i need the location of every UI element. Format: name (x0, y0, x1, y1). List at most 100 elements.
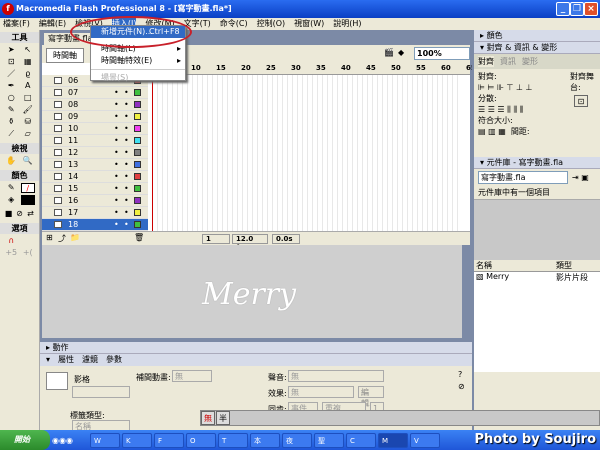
visibility-dot[interactable]: • (114, 111, 119, 122)
rect-tool-icon[interactable]: □ (21, 93, 36, 103)
layer-row[interactable]: 16 • • (42, 195, 148, 207)
frame-ruler[interactable]: 5101520253035404550556065 (148, 63, 476, 75)
edit-actions-icon[interactable]: ⊘ (458, 382, 465, 391)
lock-dot[interactable]: • (124, 123, 129, 134)
menu-item-timeline-effects[interactable]: 時間軸特效(E) ▸ (91, 55, 185, 67)
paint-bucket-icon[interactable]: ⛁ (21, 117, 36, 127)
tab-transform[interactable]: 變形 (522, 56, 538, 67)
tab-info[interactable]: 資訊 (500, 56, 516, 67)
fill-color-icon[interactable]: ◈ (4, 195, 19, 205)
visibility-dot[interactable]: • (114, 123, 119, 134)
arrow-tool-icon[interactable]: ➤ (4, 45, 19, 55)
library-item[interactable]: ▧ Merry 影片片段 (474, 272, 600, 372)
lock-dot[interactable]: • (124, 147, 129, 158)
outline-color-swatch[interactable] (134, 209, 141, 216)
menu-edit[interactable]: 編輯(E) (39, 18, 66, 30)
frame-rate[interactable]: 12.0 fps (232, 234, 268, 252)
visibility-dot[interactable]: • (114, 219, 119, 230)
outline-color-swatch[interactable] (134, 113, 141, 120)
library-panel-header[interactable]: ▾ 元件庫 - 寫字動畫.fla (474, 157, 600, 169)
taskbar-item[interactable]: W (90, 432, 120, 448)
pin-icon[interactable]: ⇥ (572, 173, 579, 182)
taskbar-item[interactable]: V (410, 432, 440, 448)
playhead[interactable] (152, 63, 153, 231)
layer-row[interactable]: 18 • • (42, 219, 148, 231)
restore-button[interactable]: ❐ (570, 2, 584, 16)
layer-row[interactable]: 09 • • (42, 111, 148, 123)
lock-dot[interactable]: • (124, 87, 129, 98)
default-colors-icon[interactable]: ■ (4, 209, 13, 219)
outline-color-swatch[interactable] (134, 101, 141, 108)
outline-color-swatch[interactable] (134, 125, 141, 132)
frame-grid[interactable] (148, 75, 458, 231)
snap-magnet-icon[interactable]: ∩ (4, 236, 19, 246)
layer-row[interactable]: 10 • • (42, 123, 148, 135)
add-folder-icon[interactable]: 📁 (70, 233, 80, 242)
edit-button[interactable]: 編輯... (358, 386, 384, 408)
match-size-buttons[interactable]: ▤ ▥ ▦ 間距: (478, 126, 596, 137)
lock-dot[interactable]: • (124, 195, 129, 206)
layer-row[interactable]: 11 • • (42, 135, 148, 147)
outline-color-swatch[interactable] (134, 185, 141, 192)
outline-color-swatch[interactable] (134, 149, 141, 156)
layer-row[interactable]: 12 • • (42, 147, 148, 159)
delete-layer-icon[interactable]: 🗑 (134, 233, 144, 242)
tween-select[interactable]: 無 (172, 370, 212, 382)
lock-dot[interactable]: • (124, 219, 129, 230)
add-layer-icon[interactable]: ⊞ (46, 233, 53, 242)
outline-color-swatch[interactable] (134, 197, 141, 204)
taskbar-item[interactable]: T (218, 432, 248, 448)
stroke-color-icon[interactable]: ✎ (4, 183, 19, 193)
fill-swatch[interactable] (20, 195, 35, 205)
start-button[interactable]: 開始 (0, 430, 50, 450)
outline-color-swatch[interactable] (134, 173, 141, 180)
outline-color-swatch[interactable] (134, 89, 141, 96)
sound-select[interactable]: 無 (288, 370, 384, 382)
visibility-dot[interactable]: • (114, 207, 119, 218)
frame-name-input[interactable] (72, 386, 130, 398)
effect-select[interactable]: 無 (288, 386, 354, 398)
edit-symbol-icon[interactable]: ◆ (398, 48, 404, 57)
edit-scene-icon[interactable]: 🎬 (384, 48, 394, 57)
quick-launch-icons[interactable]: ◉◉◉ (52, 436, 88, 445)
zoom-select[interactable]: 100% (414, 47, 470, 60)
stage[interactable]: Merry (42, 245, 462, 338)
lock-dot[interactable]: • (124, 171, 129, 182)
stage-text-merry[interactable]: Merry (202, 277, 296, 312)
menu-commands[interactable]: 命令(C) (220, 18, 248, 30)
timeline-toggle-button[interactable]: 時間軸 (46, 48, 84, 63)
to-stage-button[interactable]: ⊡ (574, 95, 588, 107)
layer-row[interactable]: 13 • • (42, 159, 148, 171)
layer-row[interactable]: 07 • • (42, 87, 148, 99)
layer-row[interactable]: 17 • • (42, 207, 148, 219)
taskbar-item[interactable]: O (186, 432, 216, 448)
layer-row[interactable]: 08 • • (42, 99, 148, 111)
taskbar-item[interactable]: F (154, 432, 184, 448)
subselect-tool-icon[interactable]: ↖ (21, 45, 36, 55)
visibility-dot[interactable]: • (114, 159, 119, 170)
taskbar-item[interactable]: 聖 (314, 432, 344, 448)
col-type[interactable]: 類型 (556, 260, 572, 271)
taskbar-item[interactable]: 夜 (282, 432, 312, 448)
lock-dot[interactable]: • (124, 99, 129, 110)
align-panel-header[interactable]: ▾ 對齊 & 資訊 & 變形 (474, 42, 600, 54)
menu-help[interactable]: 說明(H) (333, 18, 361, 30)
zoom-tool-icon[interactable]: 🔍 (21, 156, 36, 166)
lasso-tool-icon[interactable]: ϱ (21, 69, 36, 79)
hand-tool-icon[interactable]: ✋ (4, 156, 19, 166)
gradient-transform-icon[interactable]: ▦ (21, 57, 36, 67)
new-library-icon[interactable]: ▣ (581, 173, 589, 182)
visibility-dot[interactable]: • (114, 183, 119, 194)
visibility-dot[interactable]: • (114, 87, 119, 98)
menu-control[interactable]: 控制(O) (257, 18, 286, 30)
eyedropper-icon[interactable]: ⟋ (4, 129, 19, 139)
oval-tool-icon[interactable]: ○ (4, 93, 19, 103)
add-guide-layer-icon[interactable]: ⤴ (58, 233, 66, 244)
layer-row[interactable]: 14 • • (42, 171, 148, 183)
taskbar-item[interactable]: M (378, 432, 408, 448)
pen-tool-icon[interactable]: ✒ (4, 81, 19, 91)
taskbar-item[interactable]: 本 (250, 432, 280, 448)
tab-parameters[interactable]: 參數 (106, 354, 122, 366)
tab-align[interactable]: 對齊 (478, 56, 494, 67)
visibility-dot[interactable]: • (114, 171, 119, 182)
